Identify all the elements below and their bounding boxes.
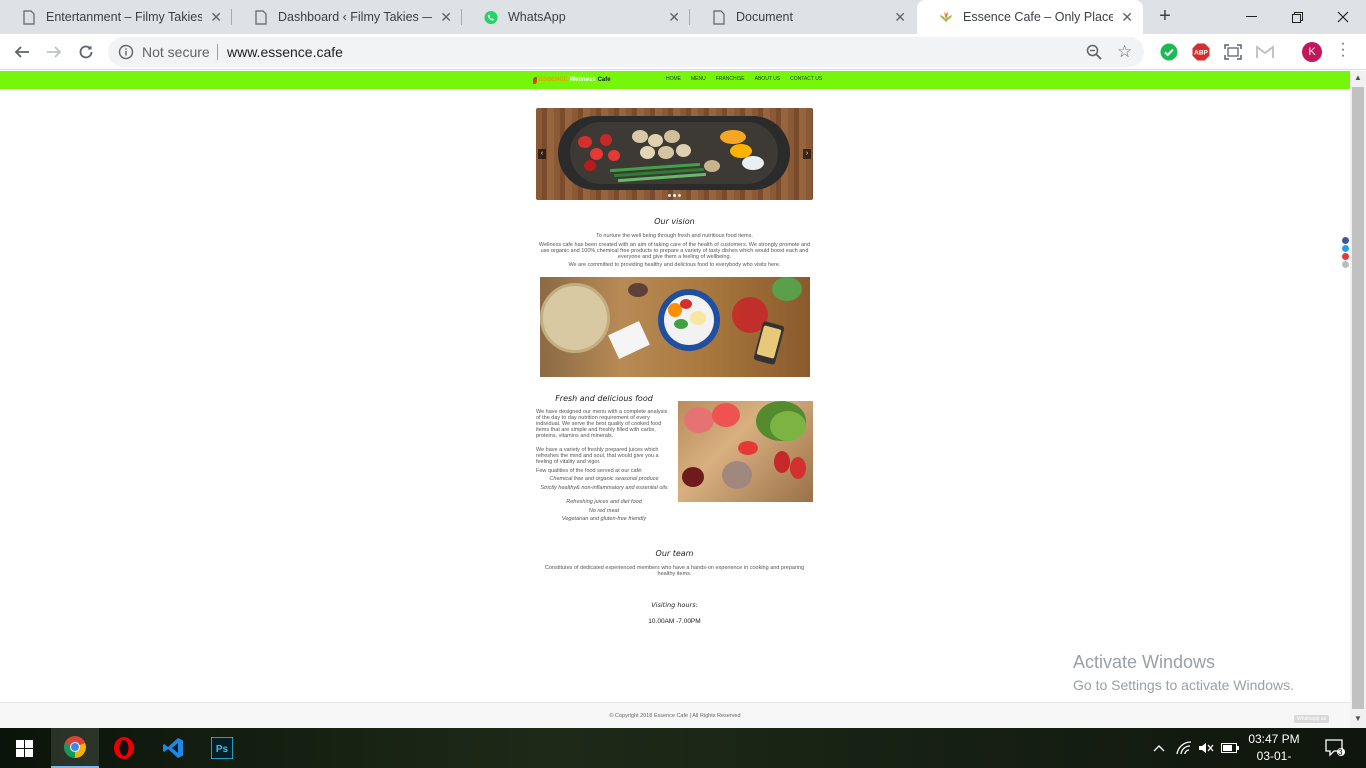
carousel-prev-button[interactable]: ‹	[538, 149, 546, 159]
pinterest-icon[interactable]	[1342, 253, 1349, 260]
notification-center-icon[interactable]: 3	[1318, 728, 1352, 768]
url-text[interactable]: www.essence.cafe	[227, 44, 343, 60]
info-icon[interactable]	[118, 44, 134, 65]
photoshop-icon[interactable]: Ps	[198, 728, 246, 768]
tab-essence-cafe[interactable]: Essence Cafe – Only Place For ✕	[917, 0, 1143, 34]
vision-line-3: We are committed to providing healthy an…	[568, 262, 781, 268]
share-icon[interactable]	[1342, 261, 1349, 268]
produce-image	[678, 401, 813, 502]
vision-title: Our vision	[654, 217, 695, 226]
nav-contact-us[interactable]: CONTACT US	[790, 76, 822, 82]
close-tab-icon[interactable]: ✕	[894, 9, 906, 26]
nav-menu[interactable]: MENU	[691, 76, 706, 82]
svg-text:Ps: Ps	[216, 744, 229, 755]
twitter-icon[interactable]	[1342, 245, 1349, 252]
tab-document[interactable]: Document ✕	[690, 0, 916, 34]
scrollbar-thumb[interactable]	[1352, 87, 1364, 709]
forward-button[interactable]	[42, 40, 66, 64]
tab-dashboard[interactable]: Dashboard ‹ Filmy Takies — W ✕	[232, 0, 462, 34]
carousel-indicators[interactable]	[668, 194, 683, 197]
opera-icon[interactable]	[100, 728, 148, 768]
tab-whatsapp[interactable]: WhatsApp ✕	[462, 0, 690, 34]
wifi-icon[interactable]	[1174, 728, 1194, 768]
copyright-text: © Copyright 2018 Essence Cafe | All Righ…	[609, 713, 741, 719]
bookmark-star-icon[interactable]: ☆	[1117, 42, 1132, 62]
food-paragraph-1: We have designed our menu with a complet…	[536, 409, 668, 439]
system-clock[interactable]: 03:47 PM 03-01-2019	[1244, 731, 1304, 768]
whatsapp-icon	[484, 9, 498, 25]
svg-text:ABP: ABP	[1194, 50, 1208, 57]
restore-button[interactable]	[1274, 0, 1320, 34]
tab-strip: Entertanment – Filmy Takies ✕ Dashboard …	[0, 0, 1366, 34]
page-icon	[712, 9, 726, 25]
close-tab-icon[interactable]: ✕	[668, 9, 680, 26]
visiting-hours-value: 10.00AM -7.00PM	[648, 618, 701, 625]
vision-line-2: Wellness cafe has been created with an a…	[538, 242, 811, 260]
quality-item: Chemical free and organic seasonal produ…	[549, 476, 659, 482]
social-share-bar	[1342, 237, 1349, 269]
close-window-button[interactable]	[1320, 0, 1366, 34]
quality-item: No red meat	[588, 508, 620, 514]
tab-entertainment[interactable]: Entertanment – Filmy Takies ✕	[0, 0, 232, 34]
address-bar[interactable]: Not secure www.essence.cafe ☆	[108, 37, 1144, 67]
food-paragraph-3: Few qualities of the food served at our …	[536, 468, 643, 474]
vscode-icon[interactable]	[149, 728, 197, 768]
visiting-hours-title: Visiting hours:	[651, 601, 698, 609]
new-tab-button[interactable]: +	[1154, 6, 1176, 28]
site-nav-links: HOME MENU FRANCHISE ABOUT US CONTACT US	[666, 76, 832, 82]
close-tab-icon[interactable]: ✕	[1121, 9, 1133, 26]
minimize-button[interactable]	[1228, 0, 1274, 34]
page-icon	[22, 9, 36, 25]
quality-item: Vegetarian and gluten-free friendly	[561, 516, 647, 522]
windows-taskbar: Ps 03:47 PM 03-01-2019 3	[0, 728, 1366, 768]
hero-carousel[interactable]: ‹ ›	[536, 108, 813, 200]
close-tab-icon[interactable]: ✕	[440, 9, 452, 26]
tray-chevron-icon[interactable]	[1150, 728, 1168, 768]
food-title: Fresh and delicious food	[555, 394, 653, 403]
nav-home[interactable]: HOME	[666, 76, 681, 82]
adblock-icon[interactable]: ABP	[1191, 42, 1211, 62]
scroll-down-arrow[interactable]: ▼	[1350, 712, 1366, 726]
profile-avatar[interactable]: K	[1302, 42, 1322, 62]
quality-item: Refreshing juices and diet food	[566, 499, 642, 505]
gmail-icon[interactable]	[1255, 42, 1275, 62]
browser-toolbar: Not secure www.essence.cafe ☆ ABP K · · ·	[0, 34, 1366, 70]
vision-line-1: To nurture the well being through fresh …	[596, 233, 753, 239]
activate-windows-watermark: Activate Windows Go to Settings to activ…	[1073, 652, 1294, 693]
nav-franchise[interactable]: FRANCHISE	[716, 76, 745, 82]
menu-icon[interactable]: · · ·	[1338, 36, 1348, 64]
windows-start-icon[interactable]	[0, 728, 48, 768]
battery-icon[interactable]	[1220, 728, 1240, 768]
security-label: Not secure	[142, 44, 210, 60]
site-logo[interactable]: ESSENCE Wellness Cafe	[533, 74, 611, 86]
back-button[interactable]	[10, 40, 34, 64]
carousel-next-button[interactable]: ›	[803, 149, 811, 159]
food-paragraph-2: We have a variety of freshly prepared ju…	[536, 447, 659, 465]
quality-item: Strictly healthy& non-inflammatory and e…	[540, 485, 668, 491]
healthy-table-image	[540, 277, 810, 377]
team-title: Our team	[655, 549, 694, 558]
volume-muted-icon[interactable]	[1196, 728, 1216, 768]
facebook-icon[interactable]	[1342, 237, 1349, 244]
cafe-favicon	[939, 9, 953, 25]
close-tab-icon[interactable]: ✕	[210, 9, 222, 26]
page-viewport: ESSENCE Wellness Cafe HOME MENU FRANCHIS…	[0, 71, 1350, 728]
zoom-icon[interactable]	[1086, 44, 1102, 65]
page-icon	[254, 9, 268, 25]
leaf-icon	[533, 76, 537, 84]
chrome-icon[interactable]	[51, 728, 99, 768]
screenshot-icon[interactable]	[1223, 42, 1243, 62]
page-scrollbar[interactable]: ▲ ▼	[1350, 71, 1366, 728]
scroll-up-arrow[interactable]: ▲	[1350, 71, 1366, 85]
nav-about-us[interactable]: ABOUT US	[755, 76, 780, 82]
reload-button[interactable]	[74, 40, 98, 64]
site-footer: © Copyright 2018 Essence Cafe | All Righ…	[0, 702, 1350, 728]
check-extension-icon[interactable]	[1159, 42, 1179, 62]
site-navbar: ESSENCE Wellness Cafe HOME MENU FRANCHIS…	[0, 71, 1350, 89]
whatsapp-chat-button[interactable]: Whatsapp us	[1294, 715, 1330, 723]
team-text: Constitutes of dedicated experienced mem…	[544, 565, 805, 577]
